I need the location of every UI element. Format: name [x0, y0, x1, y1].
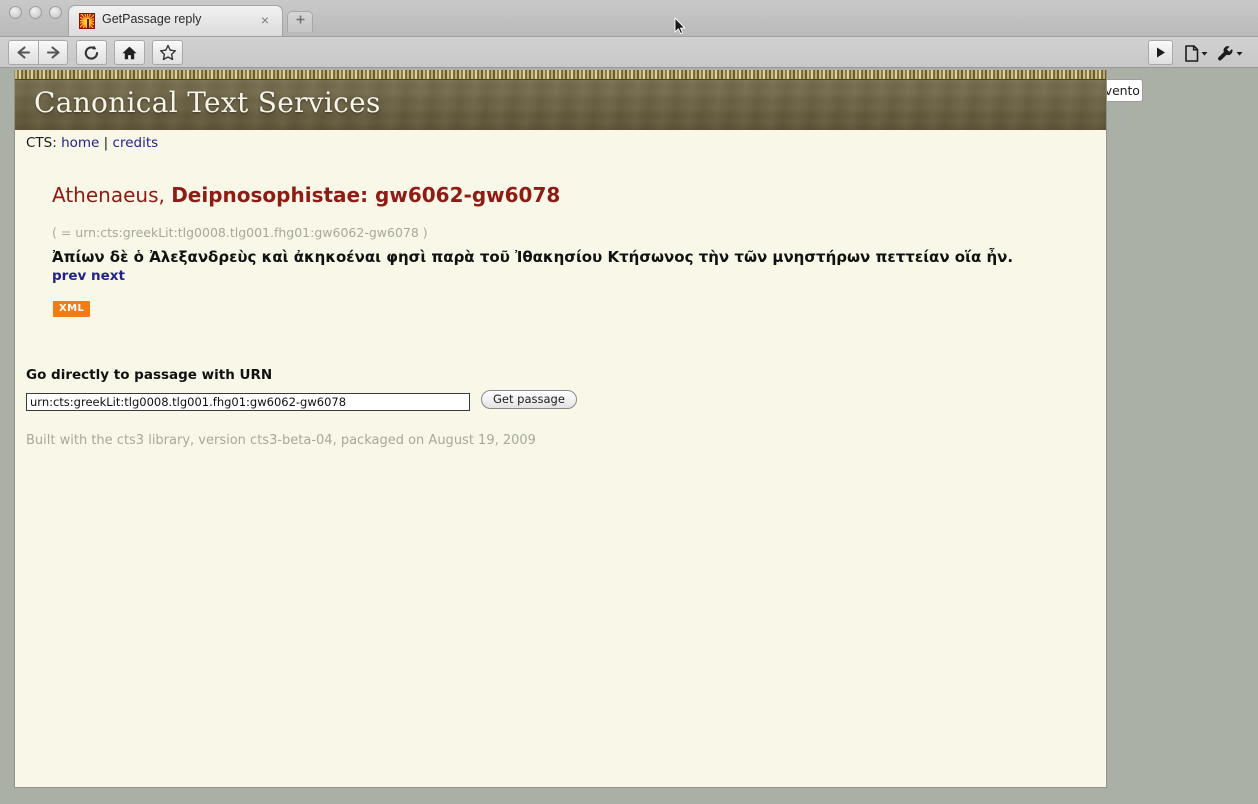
breadcrumb: CTS: home | credits — [26, 135, 158, 151]
passage-work-range: Deipnosophistae: gw6062-gw6078 — [171, 183, 561, 207]
prev-passage-link[interactable]: prev — [52, 268, 86, 284]
passage-author: Athenaeus, — [52, 183, 172, 207]
back-arrow-icon — [17, 46, 31, 59]
browser-window: GetPassage reply × — [0, 0, 1258, 102]
page-menu-button[interactable] — [1181, 42, 1209, 64]
passage-text: Ἀπίων δὲ ὁ Ἀλεξανδρεὺς καὶ ἀκηκοέναι φησ… — [52, 248, 1014, 266]
close-window-button[interactable] — [9, 6, 22, 19]
page-menu-icon — [1185, 44, 1208, 62]
home-icon — [122, 46, 137, 59]
xml-badge[interactable]: XML — [53, 301, 91, 317]
tab-close-icon[interactable]: × — [258, 13, 272, 27]
navigation-toolbar: http://cts3fhg.appspot.com/CTS?request=G… — [0, 37, 1258, 102]
forward-arrow-icon — [46, 46, 60, 59]
breadcrumb-separator: | — [103, 135, 109, 151]
web-page-viewport: Canonical Text Services CTS: home | cred… — [14, 70, 1107, 788]
breadcrumb-link-credits[interactable]: credits — [113, 135, 159, 151]
go-button[interactable] — [1148, 40, 1173, 65]
star-icon — [159, 44, 176, 61]
wrench-menu-button[interactable] — [1215, 42, 1245, 64]
get-passage-button[interactable]: Get passage — [481, 390, 577, 409]
wrench-icon — [1218, 45, 1243, 60]
bookmark-button[interactable] — [152, 40, 183, 65]
footer-note: Built with the cts3 library, version cts… — [26, 433, 536, 448]
go-play-icon — [1157, 47, 1165, 58]
tab-title: GetPassage reply — [102, 12, 202, 26]
home-button[interactable] — [114, 40, 145, 65]
passage-urn: ( = urn:cts:greekLit:tlg0008.tlg001.fhg0… — [52, 225, 428, 240]
urn-form-label: Go directly to passage with URN — [26, 367, 273, 383]
breadcrumb-link-home[interactable]: home — [61, 135, 99, 151]
new-tab-button[interactable] — [287, 11, 313, 32]
reload-button[interactable] — [76, 40, 107, 65]
maximize-window-button[interactable] — [49, 6, 62, 19]
site-header: Canonical Text Services — [15, 70, 1106, 130]
window-controls — [9, 6, 62, 19]
breadcrumb-prefix: CTS: — [26, 135, 57, 151]
starburst-trunk — [87, 19, 89, 28]
starburst-favicon-icon — [79, 13, 95, 29]
urn-input[interactable] — [26, 393, 470, 411]
minimize-window-button[interactable] — [29, 6, 42, 19]
site-title: Canonical Text Services — [34, 86, 381, 119]
plus-icon — [296, 15, 304, 24]
next-passage-link[interactable]: next — [91, 268, 125, 284]
browser-tab[interactable]: GetPassage reply × — [68, 5, 283, 36]
reload-icon — [84, 45, 99, 60]
back-button[interactable] — [8, 40, 38, 65]
passage-navigation: prev next — [52, 268, 125, 284]
greek-meander-pattern — [15, 70, 1106, 80]
forward-button[interactable] — [38, 40, 68, 65]
tab-strip: GetPassage reply × — [0, 0, 1258, 37]
passage-title: Athenaeus, Deipnosophistae: gw6062-gw607… — [52, 183, 560, 207]
